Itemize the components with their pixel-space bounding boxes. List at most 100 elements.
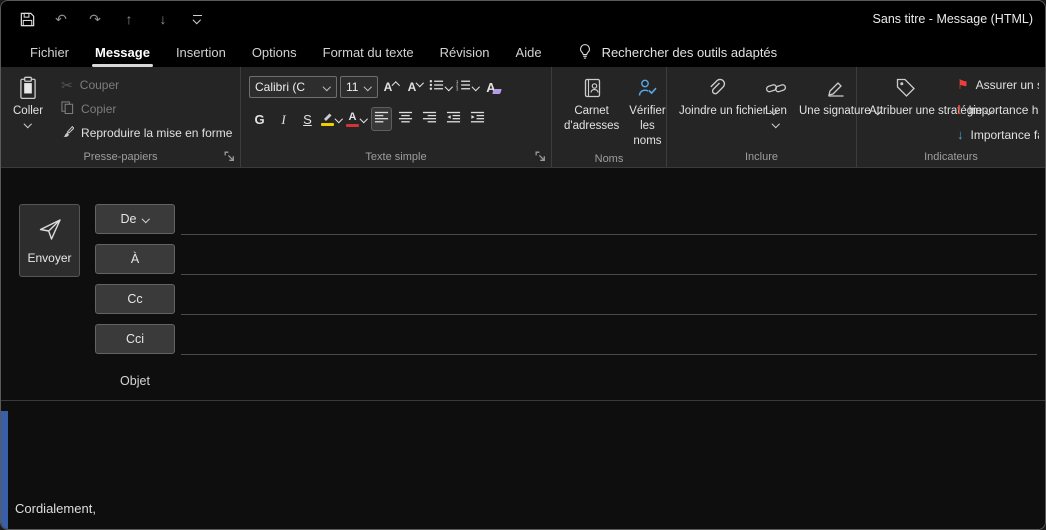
underline-button[interactable]: S [297,107,318,131]
follow-up-flag-icon: ⚑ [957,76,969,92]
lightbulb-icon [577,43,593,62]
chevron-down-icon [364,84,372,90]
bold-icon: G [254,111,265,127]
shrink-font-button[interactable]: A [405,75,426,99]
undo-button[interactable]: ↶ [47,6,75,32]
align-left-button[interactable] [371,107,392,131]
cc-input[interactable] [181,314,1037,315]
attach-file-button[interactable]: Joindre un fichier [675,73,767,146]
paste-button[interactable]: Coller [9,73,47,146]
save-button[interactable] [13,6,41,32]
tab-format-du-texte[interactable]: Format du texte [310,37,427,67]
bullets-button[interactable] [429,75,453,99]
tab-options[interactable]: Options [239,37,310,67]
up-arrow-icon: ↑ [125,11,133,27]
subject-label: Objet [120,374,150,388]
copy-button[interactable]: Copier [57,97,236,120]
chevron-down-icon [141,216,149,222]
from-input[interactable] [181,234,1037,235]
group-basic-text: Calibri (C 11 A A 1 2 3 A G I S A Texte … [241,67,552,167]
ribbon-tab-row: Fichier Message Insertion Options Format… [1,37,1045,67]
subject-input[interactable] [1,400,1045,401]
search-tools[interactable]: Rechercher des outils adaptés [577,37,777,67]
send-plane-icon [37,216,63,245]
bcc-input[interactable] [181,354,1037,355]
low-importance-button[interactable]: ↓ Importance faib [953,123,1039,146]
low-importance-label: Importance faib [970,127,1040,142]
chevron-down-icon [323,84,331,90]
increase-indent-button[interactable] [467,107,488,131]
highlight-color-button[interactable] [321,107,343,131]
message-body-editor[interactable]: Cordialement, [1,402,1045,529]
high-importance-label: Importance haut [968,102,1039,117]
decrease-indent-icon [446,110,461,128]
to-button[interactable]: À [95,244,175,274]
align-center-icon [398,110,413,128]
cut-button[interactable]: ✂ Couper [57,73,236,96]
follow-up-label: Assurer un suivi [975,77,1039,92]
customize-quick-access-button[interactable] [183,6,211,32]
to-input[interactable] [181,274,1037,275]
basic-text-dialog-launcher[interactable] [534,150,547,163]
chevron-down-icon [360,116,368,122]
chevron-down-icon [472,84,480,90]
scissors-icon: ✂ [61,76,73,93]
paste-label: Coller [13,105,44,117]
clear-formatting-button[interactable]: A [483,75,504,99]
clipboard-dialog-launcher[interactable] [223,150,236,163]
format-painter-icon [61,125,75,141]
address-book-label: Carnet d'adresses [564,105,620,132]
tab-fichier[interactable]: Fichier [17,37,82,67]
down-arrow-icon: ↓ [159,11,167,27]
tab-revision[interactable]: Révision [427,37,503,67]
assign-policy-button[interactable]: Attribuer une stratégie [865,73,982,146]
tab-insertion[interactable]: Insertion [163,37,239,67]
align-left-icon [374,110,389,128]
cc-button[interactable]: Cc [95,284,175,314]
from-button[interactable]: De [95,204,175,234]
group-include: Joindre un fichier Lien Une signature In… [667,67,871,167]
align-right-button[interactable] [419,107,440,131]
group-label-include: Inclure [744,150,779,163]
italic-button[interactable]: I [273,107,294,131]
align-center-button[interactable] [395,107,416,131]
font-color-button[interactable]: A [346,107,368,131]
check-names-button[interactable]: Vérifier les noms [625,73,669,151]
high-importance-button[interactable]: ! Importance haut [953,98,1039,121]
move-down-button[interactable]: ↓ [149,6,177,32]
bold-button[interactable]: G [249,107,270,131]
font-size-combo[interactable]: 11 [340,76,378,98]
redo-button[interactable]: ↷ [81,6,109,32]
decrease-indent-button[interactable] [443,107,464,131]
clear-formatting-icon: A [486,81,502,94]
address-book-button[interactable]: Carnet d'adresses [560,73,623,151]
format-painter-label: Reproduire la mise en forme [81,125,233,140]
bcc-button[interactable]: Cci [95,324,175,354]
customize-toolbar-icon [192,15,202,23]
title-bar: ↶ ↷ ↑ ↓ Sans titre - Message (HTML) [1,1,1045,37]
highlighter-icon [321,112,334,126]
move-up-button[interactable]: ↑ [115,6,143,32]
clipboard-icon [17,75,39,101]
background-window-edge [1,411,8,529]
increase-indent-icon [470,110,485,128]
window-title: Sans titre - Message (HTML) [872,12,1033,26]
format-painter-button[interactable]: Reproduire la mise en forme [57,121,236,144]
link-icon [765,75,787,101]
tab-aide[interactable]: Aide [503,37,555,67]
send-button[interactable]: Envoyer [19,204,80,277]
cut-label: Couper [79,77,120,92]
follow-up-button[interactable]: ⚑ Assurer un suivi [953,73,1039,96]
save-icon [19,11,36,28]
tab-message[interactable]: Message [82,37,163,67]
font-name-combo[interactable]: Calibri (C [249,76,337,98]
group-label-basic-text: Texte simple [365,150,427,163]
group-label-clipboard: Presse-papiers [83,150,158,163]
svg-text:3: 3 [456,86,459,91]
grow-font-button[interactable]: A [381,75,402,99]
attach-file-label: Joindre un fichier [679,105,767,117]
numbering-button[interactable]: 123 [456,75,480,99]
cc-label: Cc [127,292,143,306]
font-color-icon: A [346,111,359,127]
body-text: Cordialement, [15,501,96,516]
